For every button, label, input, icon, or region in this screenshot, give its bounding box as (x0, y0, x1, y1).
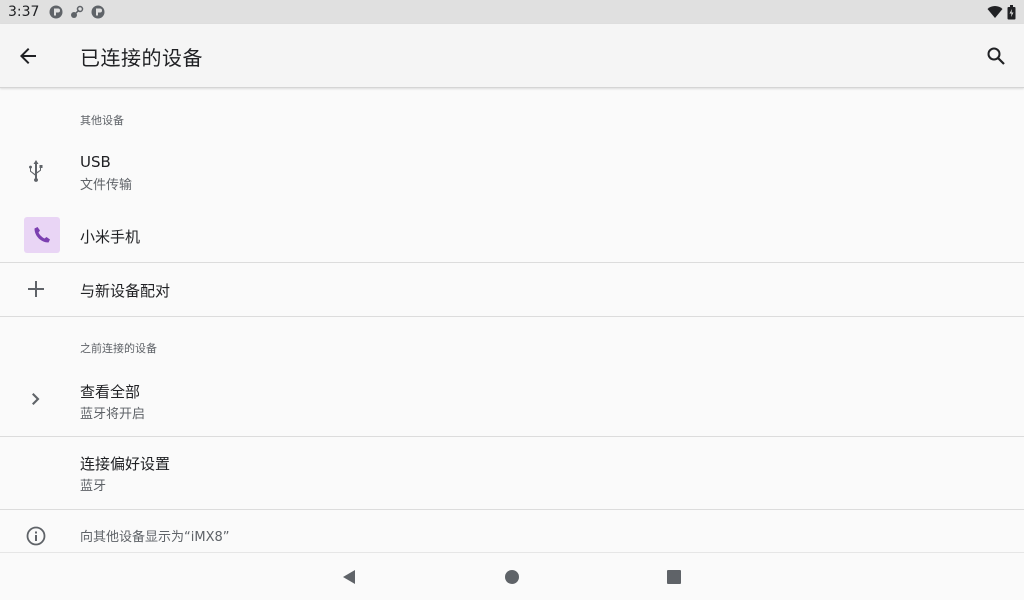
info-icon (26, 526, 46, 546)
info-icon-box (18, 518, 54, 554)
navigation-bar (0, 552, 1024, 600)
nav-recents-button[interactable] (662, 565, 686, 589)
status-notification-icons (49, 5, 105, 19)
device-name-info-text: 向其他设备显示为“iMX8” (80, 530, 230, 545)
nav-recents-icon (667, 570, 681, 584)
nav-back-button[interactable] (337, 565, 361, 589)
status-bar: 3:37 (0, 0, 1024, 24)
divider (0, 316, 1024, 317)
list-item-xiaomi-phone[interactable]: 小米手机 (0, 209, 1024, 261)
usb-subtitle: 文件传输 (80, 178, 133, 193)
nav-back-icon (343, 570, 355, 584)
search-icon (987, 47, 1005, 65)
arrow-back-icon (20, 48, 36, 64)
search-button[interactable] (980, 40, 1012, 72)
app-bar: 已连接的设备 (0, 24, 1024, 88)
section-header-other-devices: 其他设备 (80, 114, 124, 127)
settings-list: 其他设备 USB 文件传输 小米手机 与新设备配对 之前连接的设备 查看全部 蓝… (0, 89, 1024, 552)
notification-icon (91, 5, 105, 19)
phone-icon-box (24, 217, 60, 253)
usb-icon (29, 160, 43, 182)
back-button[interactable] (12, 40, 44, 72)
battery-icon (1007, 4, 1016, 19)
plus-icon (28, 281, 44, 297)
connection-preferences-subtitle: 蓝牙 (80, 479, 107, 494)
list-item-usb[interactable]: USB 文件传输 (0, 145, 1024, 197)
notification-icon (49, 5, 63, 19)
connection-preferences-title: 连接偏好设置 (80, 455, 171, 473)
section-header-previous-devices: 之前连接的设备 (80, 342, 157, 355)
xiaomi-phone-title: 小米手机 (80, 228, 141, 246)
see-all-title: 查看全部 (80, 383, 141, 401)
usb-icon-box (18, 153, 54, 189)
connection-preferences-item[interactable]: 连接偏好设置 蓝牙 (0, 437, 1024, 509)
settings-notification-icon (71, 5, 84, 18)
nav-home-button[interactable] (500, 565, 524, 589)
wifi-icon (987, 6, 1003, 19)
see-all-item[interactable]: 查看全部 蓝牙将开启 (0, 372, 1024, 436)
page-title: 已连接的设备 (80, 46, 203, 70)
pair-new-device-item[interactable]: 与新设备配对 (0, 263, 1024, 316)
chevron-right-icon (32, 393, 40, 405)
nav-home-icon (505, 570, 519, 584)
plus-icon-box (18, 271, 54, 307)
chevron-icon-box (18, 381, 54, 417)
usb-title: USB (80, 153, 111, 171)
device-name-info: 向其他设备显示为“iMX8” (0, 510, 1024, 552)
see-all-subtitle: 蓝牙将开启 (80, 407, 146, 422)
status-time: 3:37 (8, 4, 40, 20)
status-system-icons (987, 4, 1016, 20)
pair-new-device-label: 与新设备配对 (80, 282, 171, 300)
phone-icon (34, 227, 50, 243)
